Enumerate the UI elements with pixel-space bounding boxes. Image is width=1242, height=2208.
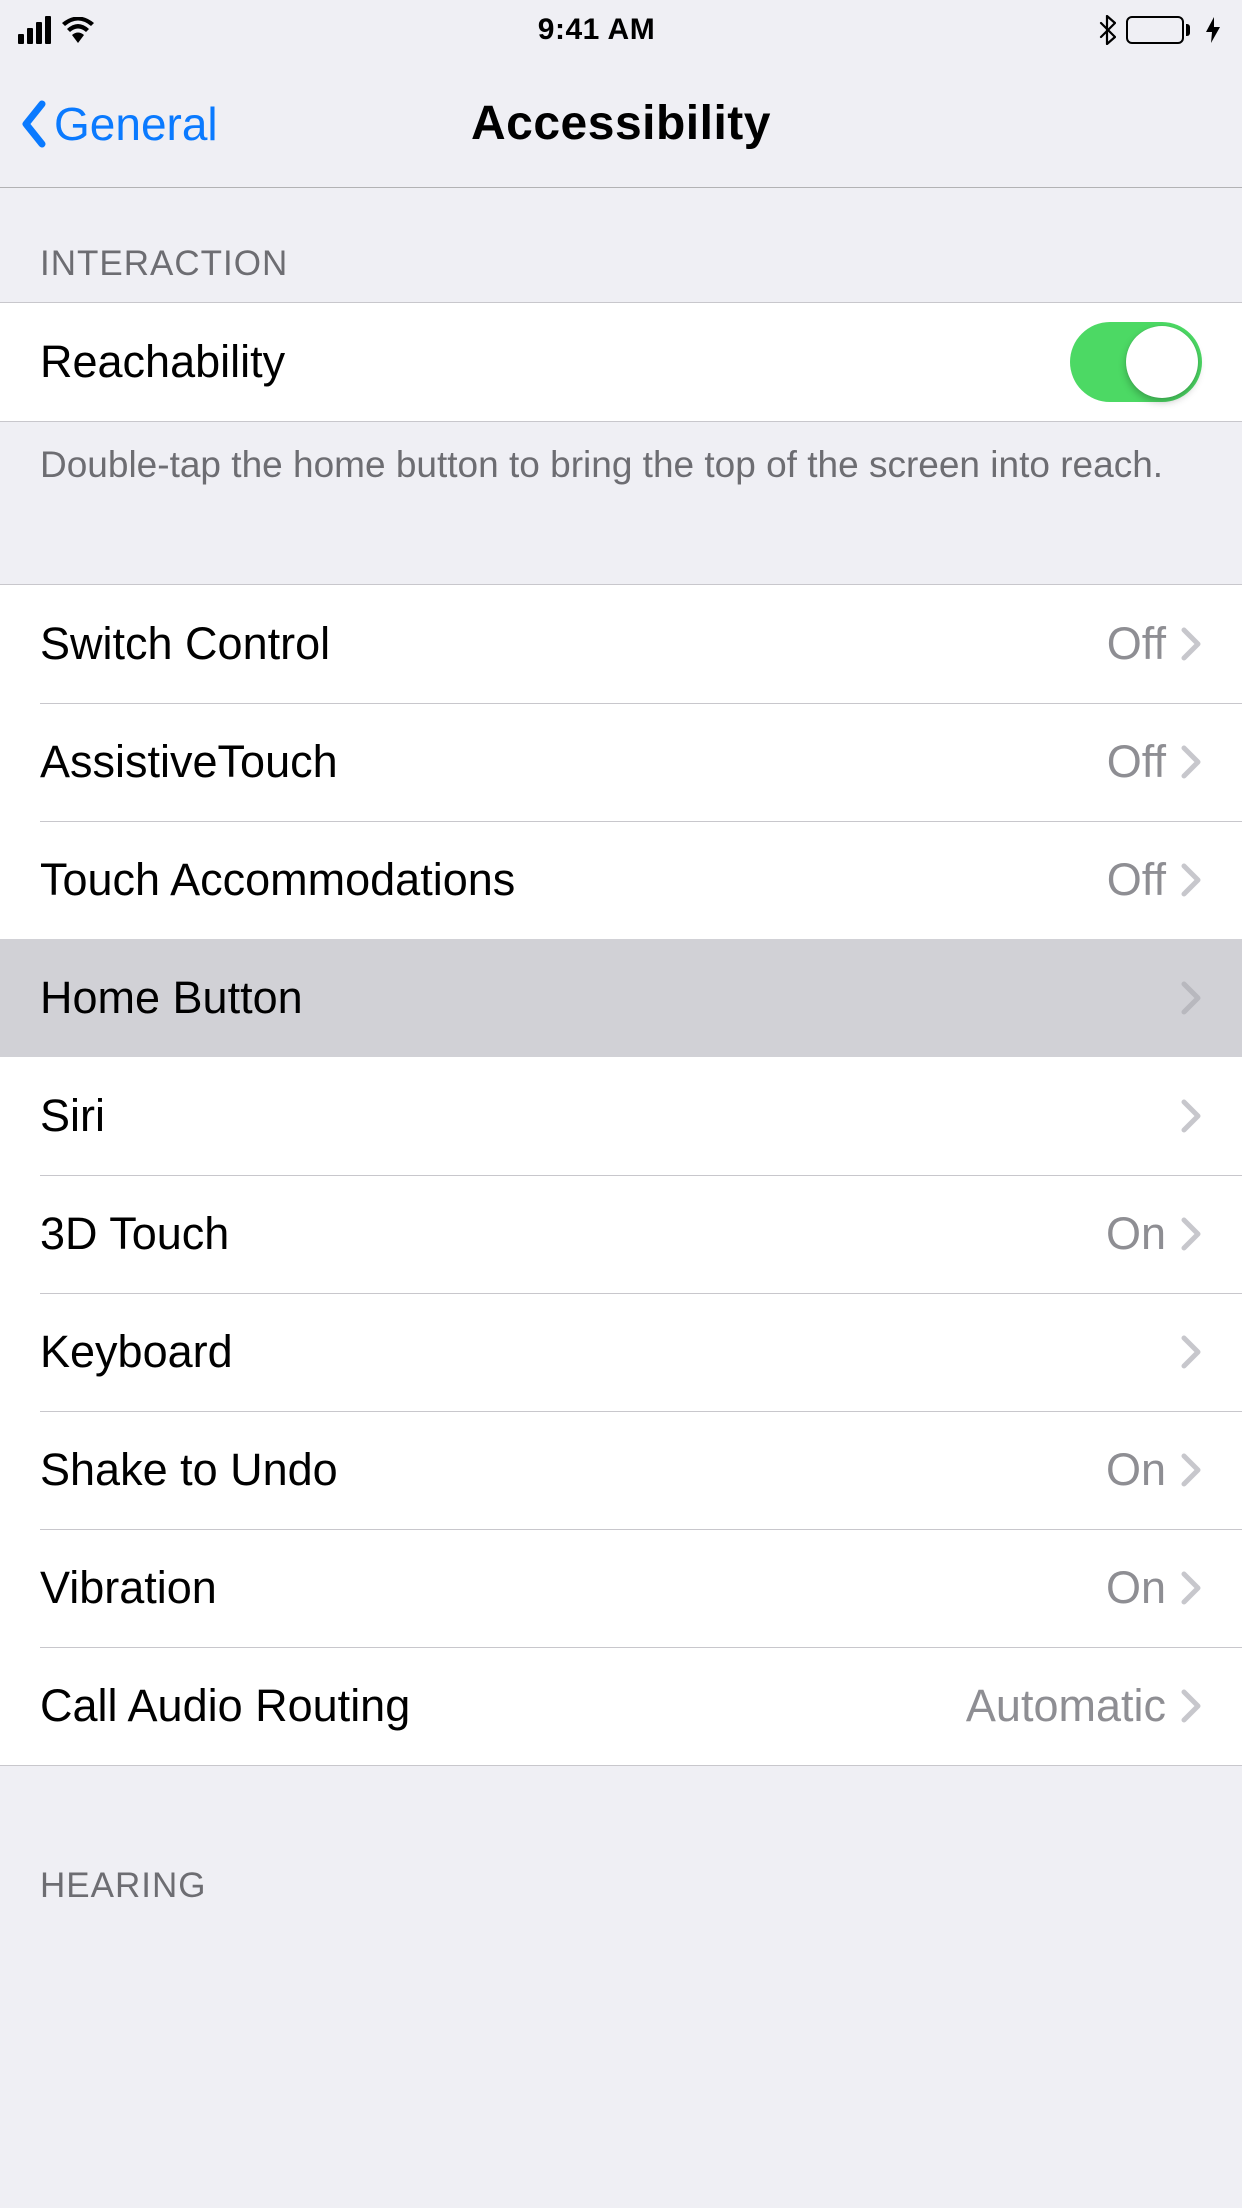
section-header-hearing: Hearing	[0, 1766, 1242, 1924]
cell-home-button[interactable]: Home Button	[0, 939, 1242, 1057]
cell-call-audio-routing[interactable]: Call Audio Routing Automatic	[0, 1647, 1242, 1765]
cellular-signal-icon	[18, 16, 51, 44]
status-bar-left	[18, 16, 95, 44]
spacer	[0, 520, 1242, 584]
cell-label: Siri	[40, 1090, 1166, 1142]
chevron-left-icon	[18, 100, 48, 148]
chevron-right-icon	[1180, 1570, 1202, 1606]
chevron-right-icon	[1180, 862, 1202, 898]
cell-switch-control[interactable]: Switch Control Off	[0, 585, 1242, 703]
cell-label: Touch Accommodations	[40, 854, 1107, 906]
chevron-right-icon	[1180, 1098, 1202, 1134]
chevron-right-icon	[1180, 744, 1202, 780]
chevron-right-icon	[1180, 1216, 1202, 1252]
cell-label: Vibration	[40, 1562, 1106, 1614]
page-title: Accessibility	[471, 96, 771, 151]
cell-group-reachability: Reachability	[0, 302, 1242, 422]
cell-value: On	[1106, 1444, 1166, 1496]
chevron-right-icon	[1180, 1688, 1202, 1724]
wifi-icon	[61, 17, 95, 43]
cell-value: Off	[1107, 854, 1166, 906]
cell-label: 3D Touch	[40, 1208, 1106, 1260]
chevron-right-icon	[1180, 626, 1202, 662]
cell-label: Shake to Undo	[40, 1444, 1106, 1496]
bluetooth-icon	[1098, 15, 1116, 45]
cell-value: On	[1106, 1562, 1166, 1614]
reachability-toggle[interactable]	[1070, 322, 1202, 402]
charging-bolt-icon	[1200, 17, 1220, 43]
cell-assistivetouch[interactable]: AssistiveTouch Off	[0, 703, 1242, 821]
cell-siri[interactable]: Siri	[0, 1057, 1242, 1175]
cell-value: On	[1106, 1208, 1166, 1260]
navigation-bar: General Accessibility	[0, 60, 1242, 188]
cell-keyboard[interactable]: Keyboard	[0, 1293, 1242, 1411]
cell-reachability[interactable]: Reachability	[0, 303, 1242, 421]
status-bar: 9:41 AM	[0, 0, 1242, 60]
chevron-right-icon	[1180, 1334, 1202, 1370]
cell-value: Off	[1107, 618, 1166, 670]
cell-label: Call Audio Routing	[40, 1680, 966, 1732]
cell-touch-accommodations[interactable]: Touch Accommodations Off	[0, 821, 1242, 939]
back-button-label: General	[54, 97, 218, 151]
back-button[interactable]: General	[18, 97, 218, 151]
status-bar-time: 9:41 AM	[538, 13, 655, 47]
cell-value: Automatic	[966, 1680, 1166, 1732]
cell-label: Reachability	[40, 336, 1070, 388]
section-footer-reachability: Double-tap the home button to bring the …	[0, 422, 1242, 520]
battery-icon	[1126, 16, 1190, 44]
cell-label: AssistiveTouch	[40, 736, 1107, 788]
cell-label: Home Button	[40, 972, 1166, 1024]
status-bar-right	[1098, 15, 1220, 45]
chevron-right-icon	[1180, 1452, 1202, 1488]
section-header-interaction: Interaction	[0, 188, 1242, 302]
cell-3d-touch[interactable]: 3D Touch On	[0, 1175, 1242, 1293]
cell-label: Switch Control	[40, 618, 1107, 670]
cell-vibration[interactable]: Vibration On	[0, 1529, 1242, 1647]
cell-value: Off	[1107, 736, 1166, 788]
cell-group-interaction: Switch Control Off AssistiveTouch Off To…	[0, 584, 1242, 1766]
chevron-right-icon	[1180, 980, 1202, 1016]
cell-shake-to-undo[interactable]: Shake to Undo On	[0, 1411, 1242, 1529]
cell-label: Keyboard	[40, 1326, 1166, 1378]
